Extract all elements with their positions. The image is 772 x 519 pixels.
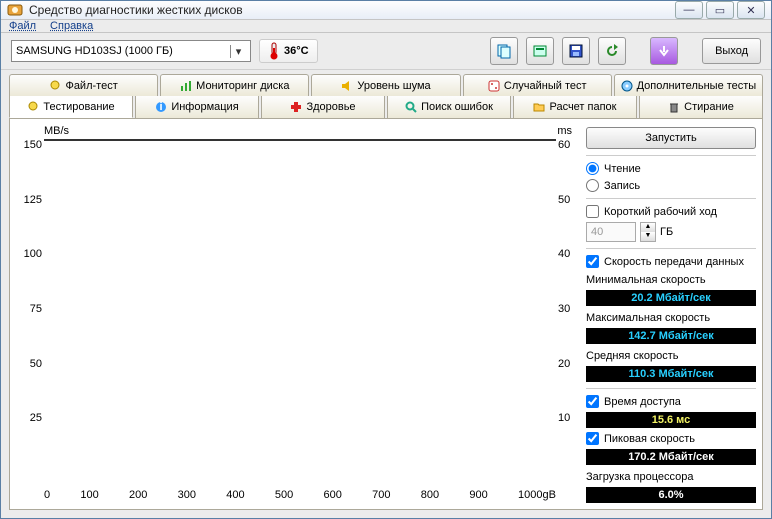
y-left-unit: MB/s xyxy=(44,125,69,137)
bulb-icon xyxy=(27,101,39,113)
window-title: Средство диагностики жестких дисков xyxy=(29,3,675,17)
tab-health[interactable]: Здоровье xyxy=(261,96,385,118)
chart-icon xyxy=(180,80,192,92)
folder-icon xyxy=(533,101,545,113)
search-icon xyxy=(405,101,417,113)
avg-speed-label: Средняя скорость xyxy=(586,350,756,362)
y-axis-left: 150125100755025 xyxy=(18,139,42,467)
info-icon: i xyxy=(155,101,167,113)
exit-button[interactable]: Выход xyxy=(702,38,761,64)
peak-value: 170.2 Мбайт/сек xyxy=(586,449,756,465)
max-speed-value: 142.7 Мбайт/сек xyxy=(586,328,756,344)
chevron-down-icon: ▾ xyxy=(230,45,246,58)
mode-write[interactable]: Запись xyxy=(586,179,756,192)
min-speed-label: Минимальная скорость xyxy=(586,274,756,286)
plus-icon xyxy=(290,101,302,113)
cpu-value: 6.0% xyxy=(586,487,756,503)
tab-testing[interactable]: Тестирование xyxy=(9,96,133,118)
minimize-button[interactable]: — xyxy=(675,1,703,19)
tab-folders[interactable]: Расчет папок xyxy=(513,96,637,118)
tabs-row-2: Тестирование iИнформация Здоровье Поиск … xyxy=(9,96,763,118)
benchmark-chart xyxy=(44,139,556,141)
min-speed-value: 20.2 Мбайт/сек xyxy=(586,290,756,306)
size-input xyxy=(586,222,636,242)
tabs-row-1: Файл-тест Мониторинг диска Уровень шума … xyxy=(9,74,763,96)
cpu-label: Загрузка процессора xyxy=(586,471,756,483)
speaker-icon xyxy=(341,80,353,92)
tab-monitoring[interactable]: Мониторинг диска xyxy=(160,74,309,96)
tab-info[interactable]: iИнформация xyxy=(135,96,259,118)
size-row: ▲▼ ГБ xyxy=(586,222,756,242)
y-axis-right: 605040302010 xyxy=(558,139,576,467)
peak-check[interactable]: Пиковая скорость xyxy=(586,432,756,445)
side-panel: Запустить Чтение Запись Короткий рабочий… xyxy=(586,125,756,503)
maximize-button[interactable]: ▭ xyxy=(706,1,734,19)
toolbar-btn-save[interactable] xyxy=(562,37,590,65)
speed-check[interactable]: Скорость передачи данных xyxy=(586,255,756,268)
dice-icon xyxy=(488,80,500,92)
x-axis: 01002003004005006007008009001000gB xyxy=(44,489,556,501)
tab-file-test[interactable]: Файл-тест xyxy=(9,74,158,96)
tab-extra[interactable]: Дополнительные тесты xyxy=(614,74,763,96)
trash-icon xyxy=(668,101,680,113)
menu-help[interactable]: Справка xyxy=(50,20,93,32)
bulb-icon xyxy=(49,80,61,92)
max-speed-label: Максимальная скорость xyxy=(586,312,756,324)
run-button[interactable]: Запустить xyxy=(586,127,756,149)
tab-noise[interactable]: Уровень шума xyxy=(311,74,460,96)
toolbar-btn-down[interactable] xyxy=(650,37,678,65)
menu-file[interactable]: Файл xyxy=(9,20,36,32)
app-icon xyxy=(7,2,23,18)
titlebar: Средство диагностики жестких дисков — ▭ … xyxy=(1,1,771,20)
disk-icon xyxy=(621,80,633,92)
toolbar-btn-2[interactable] xyxy=(526,37,554,65)
short-stroke-check[interactable]: Короткий рабочий ход xyxy=(586,205,756,218)
mode-read[interactable]: Чтение xyxy=(586,162,756,175)
access-value: 15.6 мс xyxy=(586,412,756,428)
toolbar: SAMSUNG HD103SJ (1000 ГБ) ▾ 36°C Выход xyxy=(1,33,771,70)
y-right-unit: ms xyxy=(557,125,572,137)
avg-speed-value: 110.3 Мбайт/сек xyxy=(586,366,756,382)
toolbar-btn-refresh[interactable] xyxy=(598,37,626,65)
tab-errors[interactable]: Поиск ошибок xyxy=(387,96,511,118)
close-button[interactable]: ✕ xyxy=(737,1,765,19)
temperature-display: 36°C xyxy=(259,39,318,63)
chart-area: MB/s ms 150125100755025 605040302010 010… xyxy=(16,125,580,503)
drive-select[interactable]: SAMSUNG HD103SJ (1000 ГБ) ▾ xyxy=(11,40,251,62)
size-spinner[interactable]: ▲▼ xyxy=(640,222,656,242)
thermometer-icon xyxy=(268,42,280,60)
access-check[interactable]: Время доступа xyxy=(586,395,756,408)
drive-selected-label: SAMSUNG HD103SJ (1000 ГБ) xyxy=(16,45,173,57)
tab-random[interactable]: Случайный тест xyxy=(463,74,612,96)
tab-erase[interactable]: Стирание xyxy=(639,96,763,118)
menubar: Файл Справка xyxy=(1,20,771,33)
toolbar-btn-1[interactable] xyxy=(490,37,518,65)
svg-text:i: i xyxy=(160,101,163,113)
